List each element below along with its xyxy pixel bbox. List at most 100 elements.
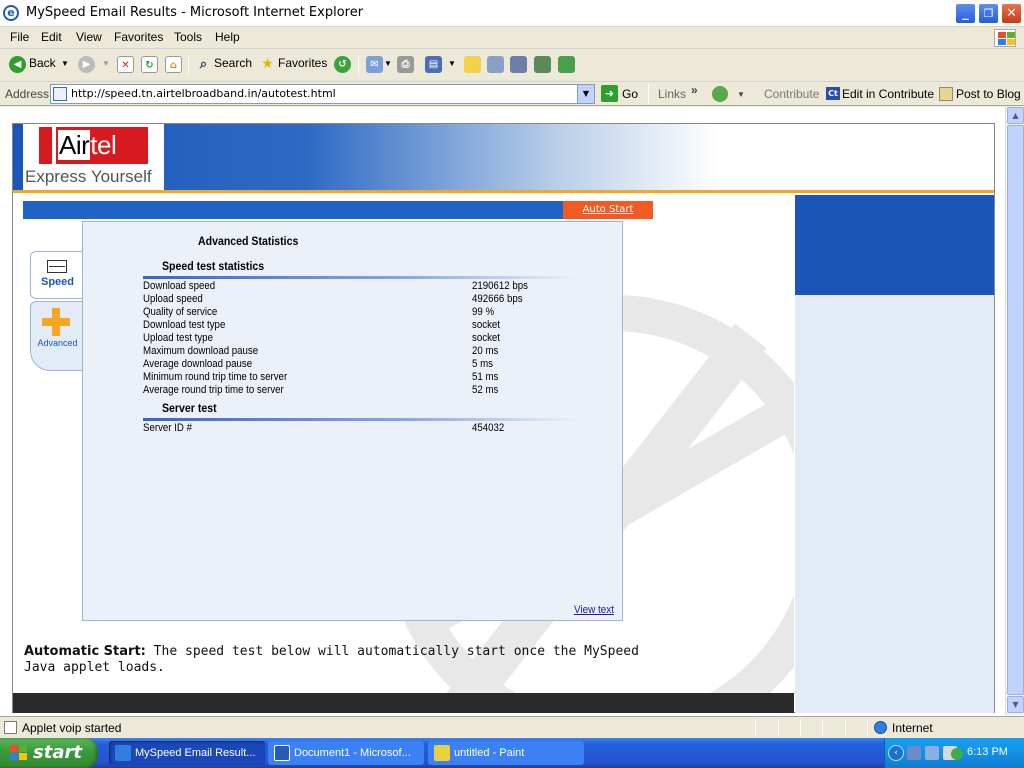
page-status-icon (4, 721, 17, 734)
home-icon[interactable]: ⌂ (165, 56, 182, 73)
menu-favorites[interactable]: Favorites (114, 30, 163, 44)
vertical-scrollbar[interactable]: ▲ ▼ (1005, 107, 1024, 716)
stat-value: socket (472, 319, 500, 331)
tab-speed[interactable]: Speed (30, 251, 83, 299)
status-divider (845, 719, 846, 736)
discuss-icon[interactable] (464, 56, 481, 73)
post-to-blog-button[interactable]: Post to Blog (956, 87, 1021, 101)
status-divider (800, 719, 801, 736)
stat-label: Upload test type (143, 332, 213, 344)
toolbar-separator (188, 55, 189, 75)
ie-app-icon (115, 745, 131, 761)
window-title: MySpeed Email Results - Microsoft Intern… (26, 5, 364, 20)
auto-start-note-label: Automatic Start: (24, 644, 146, 659)
minimize-button[interactable]: _ (955, 3, 976, 24)
links-label[interactable]: Links (658, 87, 686, 101)
security-zone: Internet (892, 721, 933, 735)
stat-label: Download speed (143, 280, 216, 292)
go-button[interactable]: Go (622, 87, 638, 101)
mail-icon[interactable]: ✉ (366, 56, 383, 73)
network-icon[interactable] (907, 746, 921, 760)
menu-help[interactable]: Help (215, 30, 240, 44)
menu-view[interactable]: View (76, 30, 102, 44)
stat-label: Minimum round trip time to server (143, 371, 288, 383)
research-icon[interactable] (487, 56, 504, 73)
close-button[interactable]: ✕ (1001, 3, 1022, 24)
forward-arrow-icon[interactable]: ▶ (78, 56, 95, 73)
address-input[interactable]: http://speed.tn.airtelbroadband.in/autot… (50, 84, 595, 104)
edit-in-contribute-button[interactable]: Edit in Contribute (842, 87, 934, 101)
status-divider (778, 719, 779, 736)
taskbar-item-word[interactable]: Document1 - Microsof... (268, 741, 424, 765)
scroll-down-icon[interactable]: ▼ (1007, 696, 1024, 713)
section-server-title: Server test (162, 401, 217, 415)
address-url[interactable]: http://speed.tn.airtelbroadband.in/autot… (71, 87, 336, 100)
menu-edit[interactable]: Edit (41, 30, 62, 44)
print-icon[interactable]: ⎙ (397, 56, 414, 73)
taskbar-item-ie[interactable]: MySpeed Email Result... (109, 741, 265, 765)
stat-label: Server ID # (143, 422, 192, 434)
messenger-icon[interactable] (510, 56, 527, 73)
taskbar-item-label: Document1 - Microsof... (294, 747, 411, 759)
restore-button[interactable]: ❐ (978, 3, 999, 24)
status-icon[interactable] (951, 748, 963, 760)
scroll-up-icon[interactable]: ▲ (1007, 107, 1024, 124)
search-icon[interactable]: ⌕ (195, 56, 212, 73)
auto-start-note: Automatic Start: The speed test below wi… (24, 644, 644, 676)
network-icon-2[interactable] (925, 746, 939, 760)
stat-label: Download test type (143, 319, 226, 331)
address-dropdown-icon[interactable]: ▼ (577, 85, 594, 103)
logo-text-air: Air (58, 130, 91, 160)
back-arrow-icon[interactable]: ◀ (9, 56, 26, 73)
section-speed-title: Speed test statistics (162, 259, 265, 273)
favorites-button[interactable]: Favorites (278, 56, 327, 70)
auto-start-link[interactable]: Auto Start (563, 201, 653, 219)
tools-icon[interactable] (534, 56, 551, 73)
search-button[interactable]: Search (214, 56, 252, 70)
stats-title: Advanced Statistics (198, 234, 299, 248)
scroll-thumb[interactable] (1007, 125, 1024, 695)
plus-icon-vertical (52, 308, 60, 336)
refresh-icon[interactable]: ↻ (141, 56, 158, 73)
favorites-star-icon[interactable]: ★ (259, 56, 276, 73)
stat-value: 454032 (472, 422, 505, 434)
windows-flag-icon (10, 745, 28, 761)
go-arrow-icon[interactable]: ➜ (601, 85, 618, 102)
mail-dropdown-icon[interactable]: ▼ (384, 59, 392, 68)
forward-dropdown-icon[interactable]: ▼ (102, 59, 110, 68)
back-dropdown-icon[interactable]: ▼ (61, 59, 69, 68)
contribute-dropdown-icon[interactable]: ▼ (737, 90, 745, 99)
tab-advanced[interactable]: Advanced (30, 301, 83, 371)
status-text: Applet voip started (22, 721, 122, 735)
back-button[interactable]: Back (29, 56, 56, 70)
contribute-globe-icon[interactable] (712, 86, 728, 102)
stat-value: 492666 bps (472, 293, 523, 305)
status-divider (822, 719, 823, 736)
edit-icon[interactable]: ▤ (425, 56, 442, 73)
stop-icon[interactable]: ✕ (117, 56, 134, 73)
taskbar-item-paint[interactable]: untitled - Paint (428, 741, 584, 765)
paint-app-icon (434, 745, 450, 761)
ie-logo-icon[interactable]: e (3, 5, 19, 21)
menu-file[interactable]: File (10, 30, 29, 44)
links-chevron-icon[interactable]: » (691, 83, 698, 97)
contribute-icon: Ct (826, 87, 840, 100)
stat-label: Average download pause (143, 358, 253, 370)
history-icon[interactable]: ↺ (334, 56, 351, 73)
blog-icon (939, 87, 953, 101)
page-footer-bar (13, 693, 794, 713)
toolbar-separator (358, 55, 359, 75)
menu-tools[interactable]: Tools (174, 30, 202, 44)
edit-dropdown-icon[interactable]: ▼ (448, 59, 456, 68)
view-text-link[interactable]: View text (574, 604, 614, 616)
status-divider (867, 719, 868, 736)
tab-speed-label: Speed (40, 276, 74, 288)
envelope-icon (47, 260, 67, 273)
stat-value: 5 ms (472, 358, 493, 370)
tray-expand-icon[interactable]: ‹ (888, 745, 904, 761)
addon-icon[interactable] (558, 56, 575, 73)
stat-value: 51 ms (472, 371, 499, 383)
clock[interactable]: 6:13 PM (967, 746, 1008, 758)
taskbar-item-label: MySpeed Email Result... (135, 747, 256, 759)
header-rule (13, 190, 994, 193)
